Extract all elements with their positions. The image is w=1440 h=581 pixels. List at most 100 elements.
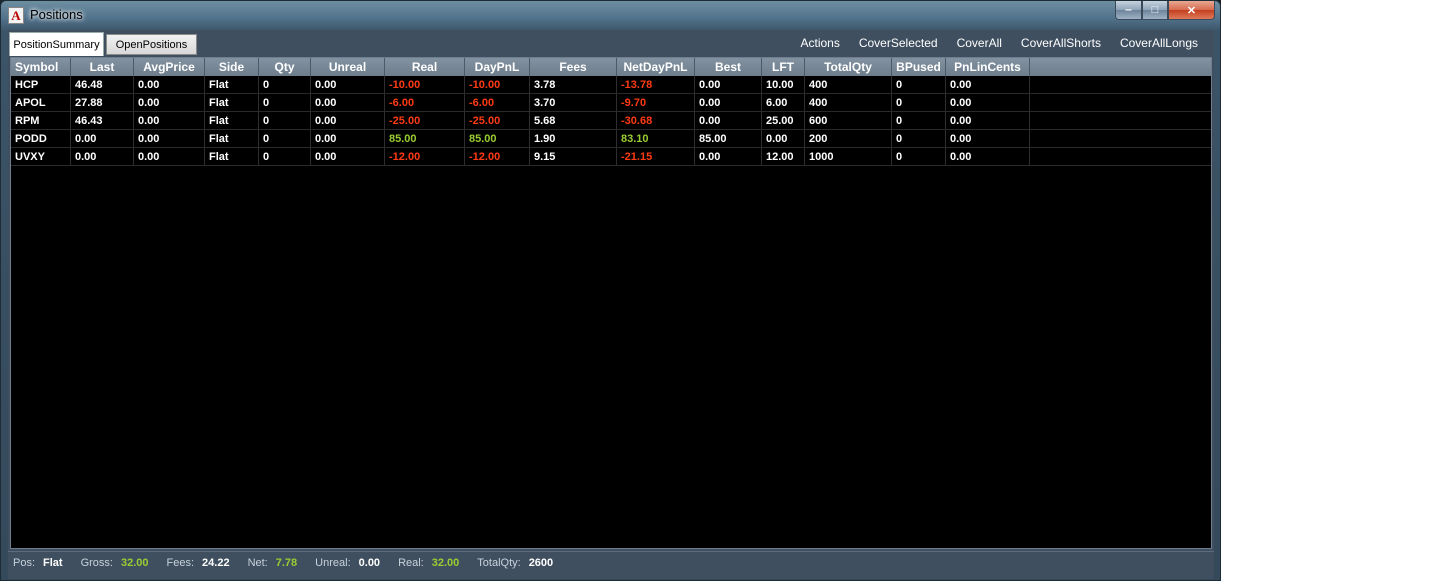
- status-fees-value: 24.22: [202, 556, 230, 569]
- actions-button[interactable]: Actions: [800, 36, 839, 50]
- cell-last: 46.43: [71, 112, 134, 129]
- cell-symbol: UVXY: [11, 148, 71, 165]
- status-real-label: Real:: [398, 556, 424, 569]
- column-header-avgprice[interactable]: AvgPrice: [134, 58, 205, 76]
- column-header-lft[interactable]: LFT: [762, 58, 805, 76]
- cell-qty: 0: [259, 112, 311, 129]
- cover-all-shorts-button[interactable]: CoverAllShorts: [1021, 36, 1101, 50]
- column-header-totalqty[interactable]: TotalQty: [805, 58, 892, 76]
- minimize-button[interactable]: ‒: [1115, 1, 1142, 20]
- maximize-icon: □: [1151, 4, 1159, 16]
- cell-netdaypnl: -30.68: [617, 112, 695, 129]
- column-header-daypnl[interactable]: DayPnL: [465, 58, 530, 76]
- positions-grid[interactable]: Symbol Last AvgPrice Side Qty Unreal Real DayPn…: [10, 57, 1212, 549]
- cell-lft: 12.00: [762, 148, 805, 165]
- column-header-last[interactable]: Last: [71, 58, 134, 76]
- column-header-fees[interactable]: Fees: [530, 58, 617, 76]
- cover-all-button[interactable]: CoverAll: [957, 36, 1002, 50]
- cell-totalqty: 600: [805, 112, 892, 129]
- status-bar: Pos: Flat Gross: 32.00 Fees: 24.22 Net: …: [8, 551, 1214, 573]
- status-unreal-value: 0.00: [358, 556, 381, 569]
- cell-avgprice: 0.00: [134, 94, 205, 111]
- column-header-unreal[interactable]: Unreal: [311, 58, 385, 76]
- tab-open-positions[interactable]: OpenPositions: [106, 34, 197, 55]
- cell-fees: 1.90: [530, 130, 617, 147]
- status-net-label: Net:: [247, 556, 268, 569]
- table-row[interactable]: PODD 0.00 0.00 Flat 0 0.00 85.00 85.00 1.90 83.10…: [11, 130, 1211, 148]
- table-row[interactable]: RPM 46.43 0.00 Flat 0 0.00 -25.00 -25.00 5.68 -30…: [11, 112, 1211, 130]
- column-header-symbol[interactable]: Symbol: [11, 58, 71, 76]
- cell-totalqty: 400: [805, 94, 892, 111]
- status-real-value: 32.00: [431, 556, 460, 569]
- action-menu: Actions CoverSelected CoverAll CoverAllS…: [800, 36, 1198, 50]
- cell-symbol: RPM: [11, 112, 71, 129]
- column-header-side[interactable]: Side: [205, 58, 259, 76]
- column-header-bpused[interactable]: BPused: [892, 58, 946, 76]
- cell-bpused: 0: [892, 76, 946, 93]
- cell-last: 0.00: [71, 130, 134, 147]
- cell-pnlincents: 0.00: [946, 94, 1030, 111]
- cell-best: 0.00: [695, 76, 762, 93]
- cell-totalqty: 200: [805, 130, 892, 147]
- grid-header: Symbol Last AvgPrice Side Qty Unreal Real DayPn…: [11, 58, 1211, 76]
- cell-unreal: 0.00: [311, 130, 385, 147]
- status-fees-label: Fees:: [166, 556, 195, 569]
- cell-last: 0.00: [71, 148, 134, 165]
- cell-qty: 0: [259, 94, 311, 111]
- cell-bpused: 0: [892, 94, 946, 111]
- cell-symbol: HCP: [11, 76, 71, 93]
- status-gross-label: Gross:: [80, 556, 113, 569]
- cell-avgprice: 0.00: [134, 130, 205, 147]
- cell-fees: 3.78: [530, 76, 617, 93]
- table-row[interactable]: HCP 46.48 0.00 Flat 0 0.00 -10.00 -10.00 3.78 -13…: [11, 76, 1211, 94]
- close-button[interactable]: ✕: [1168, 1, 1215, 20]
- window-controls: ‒ □ ✕: [1115, 1, 1215, 20]
- cell-symbol: APOL: [11, 94, 71, 111]
- cell-qty: 0: [259, 130, 311, 147]
- cell-last: 46.48: [71, 76, 134, 93]
- cell-real: -10.00: [385, 76, 465, 93]
- tab-position-summary[interactable]: PositionSummary: [9, 32, 104, 56]
- window-content: PositionSummary OpenPositions Actions Co…: [8, 30, 1214, 579]
- positions-window: A Positions ‒ □ ✕ PositionSummary OpenPo…: [0, 0, 1221, 581]
- cell-fees: 9.15: [530, 148, 617, 165]
- cell-symbol: PODD: [11, 130, 71, 147]
- cell-bpused: 0: [892, 112, 946, 129]
- status-gross-value: 32.00: [120, 556, 149, 569]
- cell-pnlincents: 0.00: [946, 148, 1030, 165]
- maximize-button[interactable]: □: [1142, 1, 1168, 20]
- cell-lft: 10.00: [762, 76, 805, 93]
- cell-side: Flat: [205, 76, 259, 93]
- cell-daypnl: -10.00: [465, 76, 530, 93]
- title-bar[interactable]: A Positions ‒ □ ✕: [1, 1, 1220, 29]
- column-header-best[interactable]: Best: [695, 58, 762, 76]
- cell-netdaypnl: 83.10: [617, 130, 695, 147]
- column-header-pnlincents[interactable]: PnLinCents: [946, 58, 1030, 76]
- cell-pnlincents: 0.00: [946, 76, 1030, 93]
- cell-side: Flat: [205, 112, 259, 129]
- cell-side: Flat: [205, 148, 259, 165]
- cell-totalqty: 1000: [805, 148, 892, 165]
- status-unreal-label: Unreal:: [315, 556, 351, 569]
- table-row[interactable]: UVXY 0.00 0.00 Flat 0 0.00 -12.00 -12.00 9.15 -21…: [11, 148, 1211, 166]
- column-header-qty[interactable]: Qty: [259, 58, 311, 76]
- column-header-netdaypnl[interactable]: NetDayPnL: [617, 58, 695, 76]
- cell-qty: 0: [259, 76, 311, 93]
- cell-pnlincents: 0.00: [946, 130, 1030, 147]
- close-icon: ✕: [1186, 4, 1197, 17]
- cell-side: Flat: [205, 130, 259, 147]
- cell-lft: 6.00: [762, 94, 805, 111]
- cover-all-longs-button[interactable]: CoverAllLongs: [1120, 36, 1198, 50]
- table-row[interactable]: APOL 27.88 0.00 Flat 0 0.00 -6.00 -6.00 3.70 -9.7…: [11, 94, 1211, 112]
- window-title: Positions: [30, 7, 83, 22]
- cell-pnlincents: 0.00: [946, 112, 1030, 129]
- cell-netdaypnl: -21.15: [617, 148, 695, 165]
- cell-real: -6.00: [385, 94, 465, 111]
- cell-unreal: 0.00: [311, 76, 385, 93]
- cell-qty: 0: [259, 148, 311, 165]
- cover-selected-button[interactable]: CoverSelected: [859, 36, 938, 50]
- cell-avgprice: 0.00: [134, 76, 205, 93]
- column-header-real[interactable]: Real: [385, 58, 465, 76]
- cell-best: 0.00: [695, 94, 762, 111]
- cell-real: -25.00: [385, 112, 465, 129]
